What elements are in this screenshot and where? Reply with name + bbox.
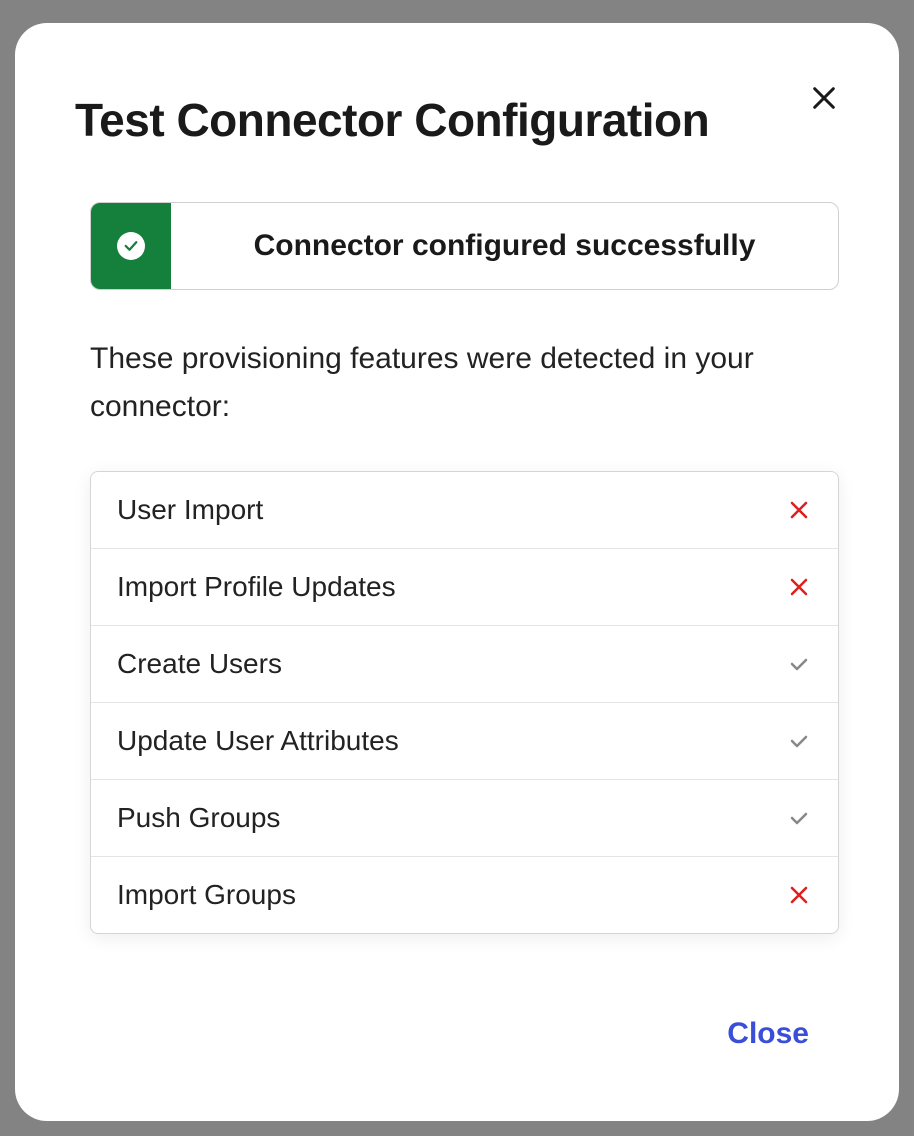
feature-list: User Import Import Profile Updates Creat… [90, 471, 839, 934]
feature-row: Update User Attributes [91, 703, 838, 780]
x-mark-icon [786, 574, 812, 600]
modal-footer: Close [75, 1007, 839, 1081]
status-icon-box [91, 203, 171, 289]
success-check-icon [117, 232, 145, 260]
close-icon [810, 84, 838, 112]
test-connector-modal: Test Connector Configuration Connector c… [15, 23, 899, 1121]
feature-label: Update User Attributes [117, 725, 399, 757]
check-mark-icon [786, 651, 812, 677]
x-mark-icon [786, 497, 812, 523]
feature-row: Import Groups [91, 857, 838, 933]
feature-row: Create Users [91, 626, 838, 703]
feature-label: User Import [117, 494, 263, 526]
x-mark-icon [786, 882, 812, 908]
features-description: These provisioning features were detecte… [90, 335, 839, 431]
feature-label: Create Users [117, 648, 282, 680]
check-mark-icon [786, 728, 812, 754]
status-banner: Connector configured successfully [90, 202, 839, 290]
status-message: Connector configured successfully [171, 203, 838, 289]
modal-title: Test Connector Configuration [75, 93, 839, 147]
close-icon-button[interactable] [804, 78, 844, 118]
feature-row: User Import [91, 472, 838, 549]
close-button[interactable]: Close [707, 1007, 829, 1061]
feature-label: Import Groups [117, 879, 296, 911]
feature-row: Push Groups [91, 780, 838, 857]
check-mark-icon [786, 805, 812, 831]
feature-label: Push Groups [117, 802, 280, 834]
feature-row: Import Profile Updates [91, 549, 838, 626]
feature-label: Import Profile Updates [117, 571, 396, 603]
